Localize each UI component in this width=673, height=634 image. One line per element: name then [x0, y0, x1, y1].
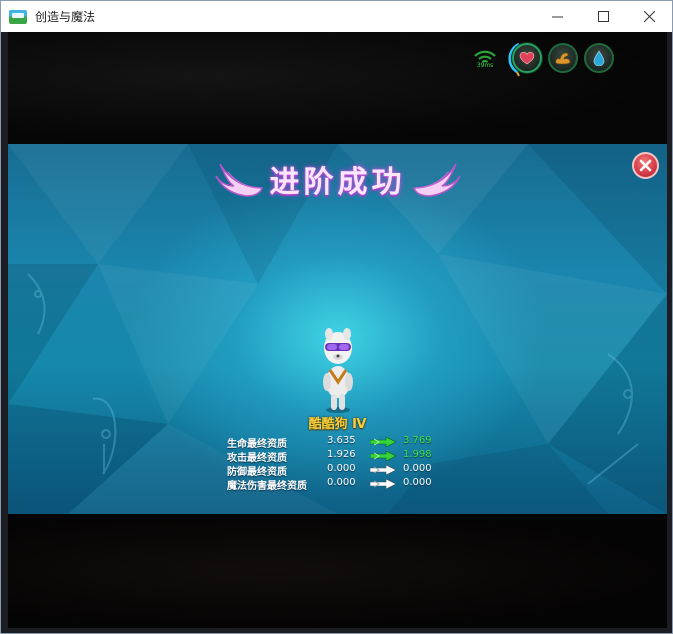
stat-new-value: 0.000 — [403, 463, 432, 474]
unchanged-arrow-icon — [370, 465, 396, 475]
water-drop-icon — [593, 50, 605, 66]
stat-label: 攻击最终资质 — [227, 453, 287, 464]
maximize-button[interactable] — [580, 1, 626, 32]
strength-button[interactable] — [548, 43, 578, 73]
increase-arrow-icon — [370, 437, 396, 447]
stat-row-health: 生命最终资质 3.635 3.769 — [227, 435, 467, 450]
water-button[interactable] — [584, 43, 614, 73]
maximize-icon — [597, 11, 609, 22]
ping-readout: 39ms — [476, 62, 494, 69]
stat-old-value: 3.635 — [327, 435, 356, 446]
stat-new-value: 3.769 — [403, 435, 432, 446]
dialog-header: 进阶成功 — [8, 154, 667, 204]
minimize-icon — [551, 16, 563, 18]
game-window: 创造与魔法 39ms 进阶成功 酷酷狗 Ⅳ 生命最终资质 3.635 3.769… — [0, 0, 673, 634]
window-title: 创造与魔法 — [35, 10, 96, 24]
game-scene-bottom — [8, 514, 667, 628]
left-wing-icon — [214, 163, 263, 197]
stat-old-value: 0.000 — [327, 477, 356, 488]
advancement-dialog: 进阶成功 酷酷狗 Ⅳ 生命最终资质 3.635 3.769 攻击最终资质 1.9… — [8, 144, 667, 514]
heart-icon — [519, 52, 535, 65]
game-viewport[interactable]: 39ms 进阶成功 酷酷狗 Ⅳ 生命最终资质 3.635 3.769 攻击最终资… — [8, 32, 667, 628]
stat-row-attack: 攻击最终资质 1.926 1.998 — [227, 449, 467, 464]
unchanged-arrow-icon — [370, 479, 396, 489]
dialog-title: 进阶成功 — [269, 165, 406, 200]
app-icon — [9, 9, 27, 24]
stat-row-defense: 防御最终资质 0.000 0.000 — [227, 463, 467, 478]
hud-bar: 39ms — [471, 40, 667, 77]
close-icon — [643, 11, 655, 22]
stats-list: 生命最终资质 3.635 3.769 攻击最终资质 1.926 1.998 防御… — [227, 435, 467, 492]
health-button[interactable] — [512, 43, 542, 73]
increase-arrow-icon — [370, 451, 396, 461]
stat-old-value: 0.000 — [327, 463, 356, 474]
stat-old-value: 1.926 — [327, 449, 356, 460]
title-bar[interactable]: 创造与魔法 — [1, 1, 672, 32]
close-icon — [639, 159, 652, 172]
stat-label: 生命最终资质 — [227, 439, 287, 450]
stat-new-value: 0.000 — [403, 477, 432, 488]
stat-label: 防御最终资质 — [227, 467, 287, 478]
pet-character-illustration — [323, 328, 353, 413]
window-controls — [534, 1, 672, 32]
character-name: 酷酷狗 Ⅳ — [308, 417, 367, 432]
stat-row-magic-damage: 魔法伤害最终资质 0.000 0.000 — [227, 477, 467, 492]
stat-label: 魔法伤害最终资质 — [227, 481, 307, 492]
minimize-button[interactable] — [534, 1, 580, 32]
stat-new-value: 1.998 — [403, 449, 432, 460]
close-window-button[interactable] — [626, 1, 672, 32]
right-wing-icon — [412, 163, 461, 197]
dialog-close-button[interactable] — [632, 152, 659, 179]
muscle-arm-icon — [555, 52, 571, 65]
